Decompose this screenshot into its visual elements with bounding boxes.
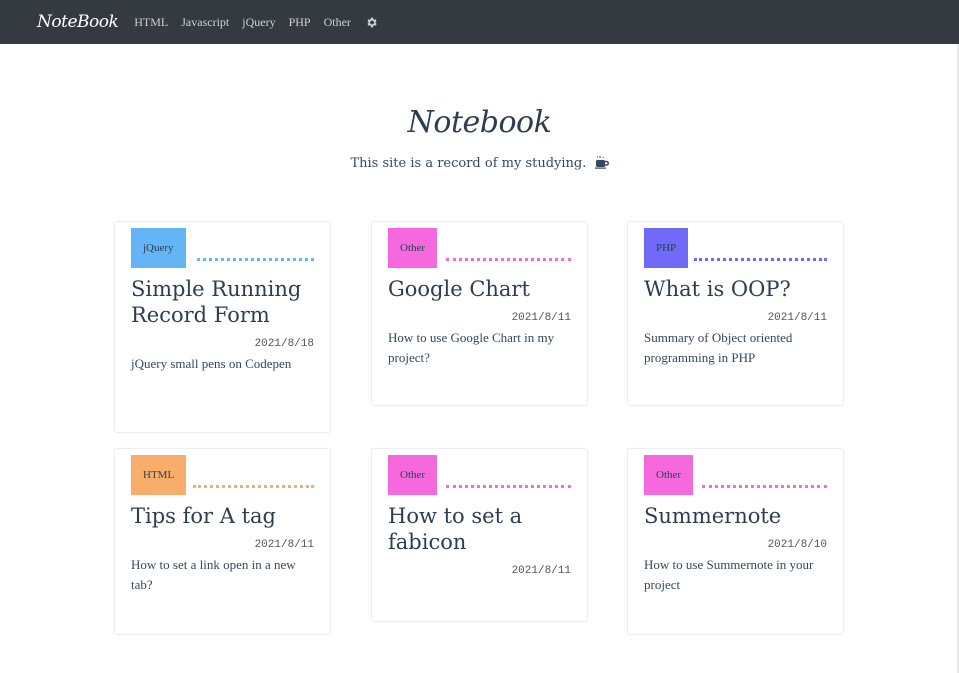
dotted-divider (702, 485, 827, 488)
page-subtitle: This site is a record of my studying. (0, 156, 959, 171)
post-date: 2021/8/11 (767, 312, 827, 324)
dotted-divider (446, 258, 571, 261)
tag-badge[interactable]: PHP (644, 228, 689, 268)
post-card[interactable]: Other Google Chart 2021/8/11 How to use … (371, 221, 588, 406)
tag-row: Other (644, 455, 827, 497)
gear-icon[interactable] (365, 16, 378, 29)
post-title[interactable]: Google Chart (388, 276, 571, 302)
dotted-divider (197, 258, 314, 261)
post-card[interactable]: HTML Tips for A tag 2021/8/11 How to set… (114, 448, 331, 635)
brand-logo[interactable]: NoteBook (37, 12, 119, 32)
post-title[interactable]: Tips for A tag (131, 503, 314, 529)
tag-badge[interactable]: Other (388, 455, 438, 495)
tag-row: jQuery (131, 228, 314, 270)
post-title[interactable]: Summernote (644, 503, 827, 529)
post-date: 2021/8/11 (511, 312, 571, 324)
dotted-divider (446, 485, 571, 488)
post-description: How to set a link open in a new tab? (131, 557, 296, 592)
post-title[interactable]: How to set a fabicon (388, 503, 571, 555)
navbar: NoteBook HTML Javascript jQuery PHP Othe… (0, 0, 959, 44)
post-card[interactable]: Other Summernote 2021/8/10 How to use Su… (627, 448, 844, 635)
post-title[interactable]: Simple Running Record Form (131, 276, 314, 328)
post-card[interactable]: Other How to set a fabicon 2021/8/11 (371, 448, 588, 622)
tag-badge[interactable]: Other (644, 455, 694, 495)
tag-row: PHP (644, 228, 827, 270)
nav-link-html[interactable]: HTML (134, 15, 168, 30)
post-description: How to use Google Chart in my project? (388, 330, 555, 365)
tag-row: Other (388, 228, 571, 270)
nav-link-other[interactable]: Other (324, 15, 351, 30)
nav-link-jquery[interactable]: jQuery (242, 15, 275, 30)
tag-row: HTML (131, 455, 314, 497)
dotted-divider (694, 258, 827, 261)
page-title: Notebook (407, 105, 552, 140)
tag-badge[interactable]: Other (388, 228, 438, 268)
post-date: 2021/8/10 (767, 539, 827, 551)
nav-link-javascript[interactable]: Javascript (181, 15, 229, 30)
post-description: jQuery small pens on Codepen (131, 356, 292, 371)
post-date: 2021/8/11 (254, 539, 314, 551)
tag-badge[interactable]: jQuery (131, 228, 186, 268)
nav-link-php[interactable]: PHP (289, 15, 311, 30)
post-date: 2021/8/18 (254, 338, 314, 350)
post-description: Summary of Object oriented programming i… (644, 330, 793, 365)
tag-badge[interactable]: HTML (131, 455, 187, 495)
coffee-mug-icon (594, 156, 609, 169)
post-card[interactable]: PHP What is OOP? 2021/8/11 Summary of Ob… (627, 221, 844, 406)
post-date: 2021/8/11 (511, 565, 571, 577)
subtitle-text: This site is a record of my studying. (350, 156, 587, 171)
post-description: How to use Summernote in your project (644, 557, 814, 592)
post-title[interactable]: What is OOP? (644, 276, 827, 302)
post-card[interactable]: jQuery Simple Running Record Form 2021/8… (114, 221, 331, 433)
dotted-divider (193, 485, 314, 488)
tag-row: Other (388, 455, 571, 497)
